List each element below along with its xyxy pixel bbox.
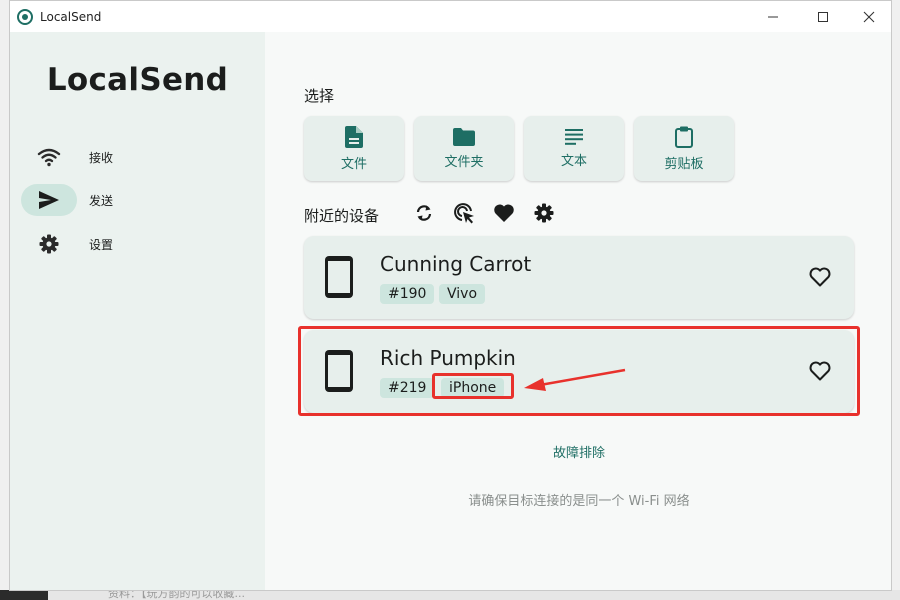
annotation-arrow-icon bbox=[524, 368, 626, 391]
